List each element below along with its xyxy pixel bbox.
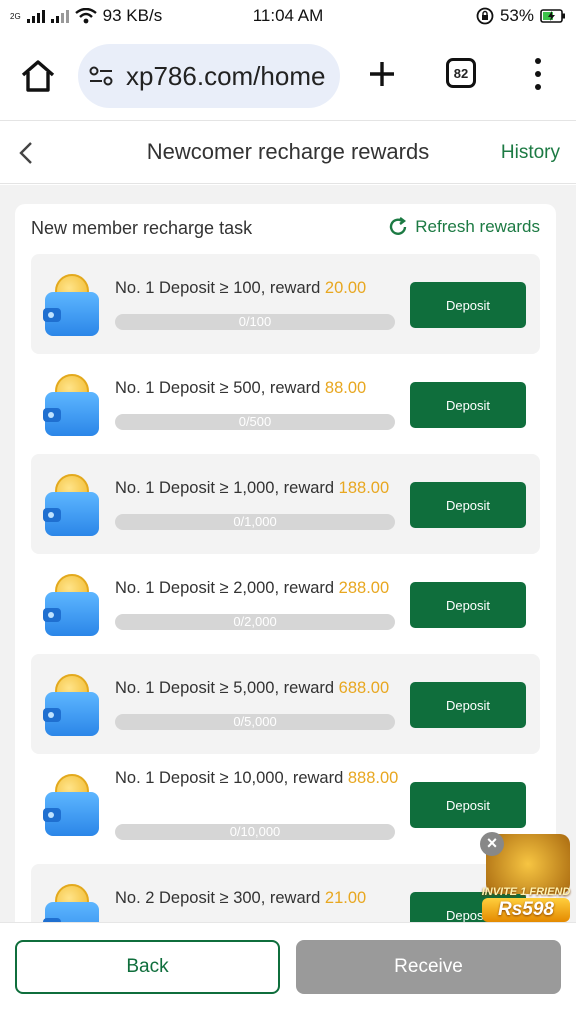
wallet-coin-icon [43, 274, 101, 336]
task-description: No. 1 Deposit ≥ 100, reward 20.00 [115, 278, 405, 299]
task-description: No. 1 Deposit ≥ 5,000, reward 688.00 [115, 678, 405, 699]
task-progress-bar: 0/10,000 [115, 824, 395, 840]
deposit-button[interactable]: Deposit [410, 482, 526, 528]
wallet-coin-icon [43, 474, 101, 536]
status-time: 11:04 AM [252, 6, 324, 25]
promo-amount: Rs598 [482, 898, 570, 922]
bottom-action-bar: Back Receive [0, 922, 576, 1024]
task-requirement: No. 1 Deposit ≥ 500, reward [115, 379, 325, 397]
page-title: Newcomer recharge rewards [146, 139, 430, 164]
task-progress-bar: 0/2,000 [115, 614, 395, 630]
task-progress-bar: 0/5,000 [115, 714, 395, 730]
task-reward-amount: 21.00 [324, 889, 367, 907]
task-description: No. 1 Deposit ≥ 2,000, reward 288.00 [115, 578, 405, 599]
promo-invite-text: INVITE 1 FRIEND [481, 886, 571, 898]
recharge-task-card: New member recharge task Refresh rewards… [15, 204, 556, 934]
home-icon[interactable] [18, 56, 58, 96]
deposit-button[interactable]: Deposit [410, 782, 526, 828]
back-button[interactable]: Back [15, 940, 280, 994]
page-header: Newcomer recharge rewards History [0, 120, 576, 184]
task-reward-amount: 188.00 [338, 479, 390, 497]
status-right: 53% [366, 6, 566, 26]
invite-promo-badge[interactable]: × INVITE 1 FRIEND Rs598 [476, 830, 572, 922]
task-description: No. 1 Deposit ≥ 10,000, reward 888.00 [115, 768, 405, 789]
refresh-icon [390, 217, 407, 235]
status-left: 2G 93 KB/s [10, 6, 210, 26]
tab-switcher-button[interactable]: 82 [446, 58, 476, 88]
refresh-rewards-label: Refresh rewards [415, 217, 540, 236]
close-icon[interactable]: × [480, 832, 504, 856]
task-requirement: No. 1 Deposit ≥ 1,000, reward [115, 479, 339, 497]
task-row: No. 1 Deposit ≥ 500, reward 88.00 0/500 De… [31, 354, 540, 454]
task-reward-amount: 688.00 [338, 679, 390, 697]
task-requirement: No. 1 Deposit ≥ 100, reward [115, 279, 325, 297]
task-description: No. 1 Deposit ≥ 500, reward 88.00 [115, 378, 405, 399]
task-row: No. 1 Deposit ≥ 100, reward 20.00 0/100 De… [31, 254, 540, 354]
task-row: No. 1 Deposit ≥ 5,000, reward 688.00 0/5,… [31, 654, 540, 754]
task-progress-bar: 0/500 [115, 414, 395, 430]
new-tab-icon[interactable] [362, 54, 402, 94]
status-bar: 2G 93 KB/s 11:04 AM 53% [0, 0, 576, 32]
task-requirement: No. 1 Deposit ≥ 5,000, reward [115, 679, 339, 697]
deposit-button[interactable]: Deposit [410, 282, 526, 328]
address-bar[interactable]: xp786.com/home [78, 44, 340, 108]
history-link[interactable]: History [501, 142, 560, 164]
task-progress-bar: 0/100 [115, 314, 395, 330]
task-reward-amount: 888.00 [347, 769, 399, 787]
deposit-button[interactable]: Deposit [410, 382, 526, 428]
task-reward-amount: 20.00 [324, 279, 367, 297]
refresh-rewards-button[interactable]: Refresh rewards [387, 216, 540, 238]
wallet-coin-icon [43, 374, 101, 436]
task-progress-bar: 0/1,000 [115, 514, 395, 530]
wallet-coin-icon [43, 574, 101, 636]
signal-icon [26, 9, 45, 23]
task-reward-amount: 288.00 [338, 579, 390, 597]
task-reward-amount: 88.00 [324, 379, 367, 397]
site-settings-icon[interactable] [88, 65, 114, 87]
wifi-icon [74, 8, 97, 24]
task-requirement: No. 1 Deposit ≥ 10,000, reward [115, 769, 348, 787]
receive-button[interactable]: Receive [296, 940, 561, 994]
browser-toolbar: xp786.com/home 82 [0, 36, 576, 116]
battery-percent: 53% [499, 6, 534, 25]
task-requirement: No. 1 Deposit ≥ 2,000, reward [115, 579, 339, 597]
signal-icon-2 [50, 9, 69, 23]
task-row: No. 1 Deposit ≥ 2,000, reward 288.00 0/2,… [31, 554, 540, 654]
rotation-lock-icon [476, 7, 494, 25]
wallet-coin-icon [43, 674, 101, 736]
card-title: New member recharge task [31, 218, 253, 238]
more-menu-icon[interactable] [528, 58, 548, 90]
network-speed: 93 KB/s [102, 6, 163, 25]
deposit-button[interactable]: Deposit [410, 582, 526, 628]
network-label: 2G [10, 11, 21, 21]
task-requirement: No. 2 Deposit ≥ 300, reward [115, 889, 325, 907]
task-row: No. 1 Deposit ≥ 1,000, reward 188.00 0/1,… [31, 454, 540, 554]
task-description: No. 2 Deposit ≥ 300, reward 21.00 [115, 888, 405, 909]
task-row: No. 1 Deposit ≥ 10,000, reward 888.00 0/1… [31, 754, 540, 854]
deposit-button[interactable]: Deposit [410, 682, 526, 728]
url-text: xp786.com/home [126, 60, 326, 91]
battery-charging-icon [540, 9, 565, 23]
wallet-coin-icon [43, 774, 101, 836]
task-description: No. 1 Deposit ≥ 1,000, reward 188.00 [115, 478, 405, 499]
